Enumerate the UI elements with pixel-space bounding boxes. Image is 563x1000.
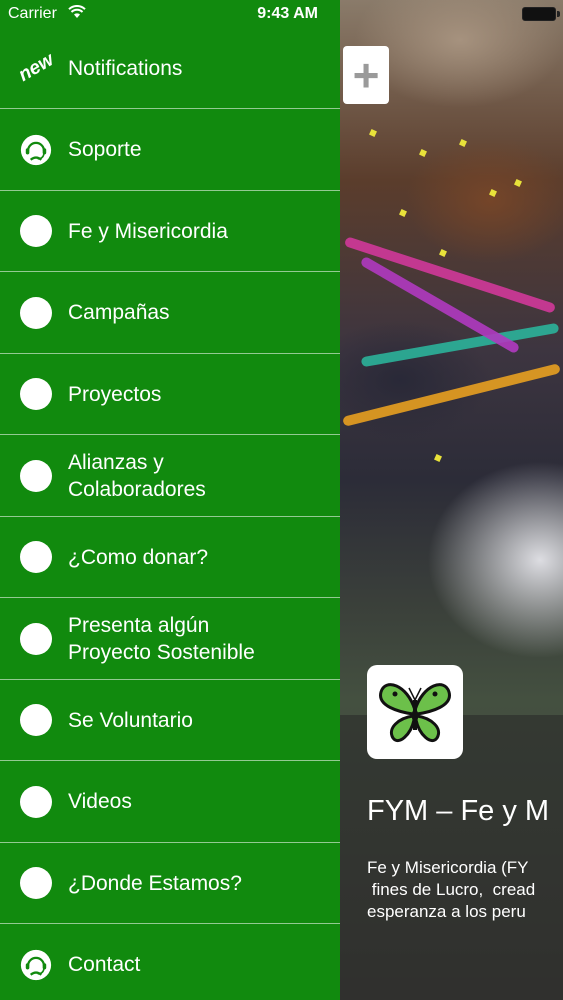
menu-item[interactable]: ¿Como donar?	[0, 517, 340, 598]
menu-item-label: Soporte	[68, 138, 142, 161]
dot-shape	[20, 296, 52, 329]
menu-item[interactable]: new Notifications	[0, 28, 340, 109]
app-logo	[367, 665, 463, 759]
plus-icon: +	[352, 49, 380, 101]
dot-icon	[20, 867, 52, 899]
battery-icon	[522, 7, 560, 21]
menu-item[interactable]: Alianzas y Colaboradores	[0, 436, 340, 517]
menu-item-label: Notifications	[68, 56, 183, 80]
menu-item-label: ¿Como donar?	[68, 545, 209, 569]
article-description: Fe y Misericordia (FY fines de Lucro, cr…	[367, 858, 536, 921]
support-agent-icon	[20, 134, 52, 166]
menu-item[interactable]: Proyectos	[0, 354, 340, 435]
menu-item[interactable]: Soporte	[0, 110, 340, 191]
menu-item-label: Se Voluntario	[68, 708, 193, 732]
dot-icon	[20, 459, 52, 492]
menu-item[interactable]: Contact	[0, 925, 340, 1000]
dot-icon	[20, 378, 52, 410]
dot-icon	[20, 622, 52, 655]
dot-icon	[20, 704, 52, 736]
menu-item-label: Presenta algún Proyecto Sostenible	[68, 613, 255, 664]
article-title: FYM – Fe y M	[367, 795, 550, 827]
dot-shape	[20, 378, 52, 410]
menu-item[interactable]: Videos	[0, 762, 340, 843]
dot-icon	[20, 215, 52, 247]
menu-item-label: Campañas	[68, 301, 170, 324]
dot-icon	[20, 541, 52, 573]
butterfly-icon	[379, 683, 451, 743]
menu-item[interactable]: Presenta algún Proyecto Sostenible	[0, 599, 340, 680]
menu-item[interactable]: Campañas	[0, 273, 340, 354]
status-bar: Carrier 9:43 AM	[0, 0, 563, 28]
menu-item[interactable]: Se Voluntario	[0, 680, 340, 761]
side-menu: new Notifications Soporte Fe y Misericordia…	[0, 0, 340, 1000]
menu-item-label: ¿Donde Estamos?	[68, 871, 242, 895]
menu-item-label: Fe y Misericordia	[68, 219, 228, 243]
new-badge-text: new	[14, 49, 58, 86]
dot-shape	[20, 215, 52, 247]
add-button[interactable]: +	[343, 46, 389, 104]
support-agent-icon	[20, 949, 52, 981]
dot-shape	[20, 459, 52, 492]
menu-item[interactable]: Fe y Misericordia	[0, 191, 340, 272]
menu-item-label: Videos	[68, 790, 132, 813]
dot-shape	[20, 785, 52, 818]
dot-shape	[20, 867, 52, 899]
dot-shape	[20, 622, 52, 655]
new-badge-icon: new	[15, 49, 58, 86]
menu-item-label: Alianzas y Colaboradores	[68, 450, 206, 501]
clock: 9:43 AM	[257, 5, 318, 22]
dot-shape	[20, 704, 52, 736]
menu-item-label: Proyectos	[68, 382, 162, 406]
menu-item-label: Contact	[68, 953, 141, 976]
dot-shape	[20, 541, 52, 573]
menu-item[interactable]: ¿Donde Estamos?	[0, 843, 340, 924]
dot-icon	[20, 296, 52, 329]
dot-icon	[20, 785, 52, 818]
